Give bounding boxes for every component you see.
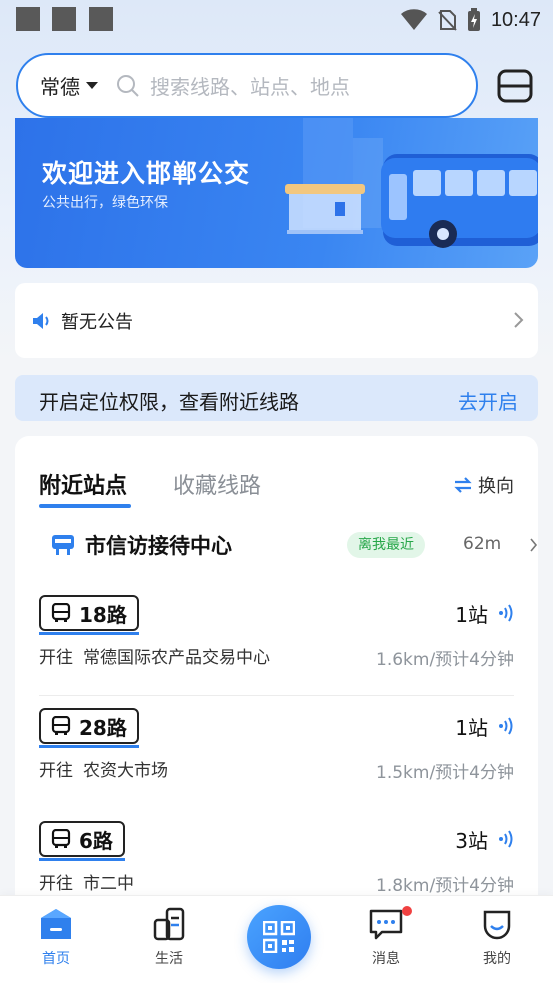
tab-indicator: [39, 504, 131, 508]
nearest-badge: 离我最近: [347, 532, 425, 558]
dest-prefix: 开往: [39, 648, 73, 668]
route-destination: 开往 市二中: [39, 869, 134, 894]
qr-code-icon: [263, 921, 295, 953]
nearest-stop[interactable]: 市信访接待中心 离我最近 62m: [51, 529, 538, 563]
chevron-right-icon: [530, 538, 538, 552]
nav-mine[interactable]: 我的: [457, 906, 537, 968]
stations-away: 1站: [455, 603, 488, 627]
realtime-signal-icon: [499, 717, 513, 735]
location-permission-bar: 开启定位权限，查看附近线路 去开启: [15, 375, 538, 421]
banner-title: 欢迎进入邯郸公交: [42, 159, 251, 188]
bus-illustration: [285, 118, 538, 248]
tab-favorite-routes[interactable]: 收藏线路: [173, 468, 261, 500]
wifi-icon: [400, 9, 427, 30]
location-prompt: 开启定位权限，查看附近线路: [39, 390, 299, 414]
nearby-card: 附近站点 收藏线路 换向 市信访接待中心 离我最近 62m 18路 1站 开往 …: [15, 436, 538, 906]
nav-home[interactable]: 首页: [16, 906, 96, 968]
route-item[interactable]: 6路 3站 开往 市二中 1.8km/预计4分钟: [39, 821, 514, 906]
banner-subtitle: 公共出行，绿色环保: [42, 195, 168, 211]
stations-away: 1站: [455, 716, 488, 740]
notification-icon: [89, 7, 113, 31]
divider: [39, 695, 514, 696]
route-destination: 开往 常德国际农产品交易中心: [39, 643, 270, 668]
nav-messages[interactable]: 消息: [346, 906, 426, 968]
card-scan-icon[interactable]: [496, 68, 534, 104]
tab-nearby-stops[interactable]: 附近站点: [39, 468, 127, 500]
profile-icon: [483, 910, 511, 940]
search-icon: [117, 74, 139, 97]
bus-stop-icon: [52, 535, 74, 555]
bus-icon: [51, 716, 71, 735]
promo-banner[interactable]: 欢迎进入邯郸公交 公共出行，绿色环保: [15, 118, 538, 268]
dest-prefix: 开往: [39, 761, 73, 781]
route-tag: 6路: [39, 821, 125, 861]
route-destination: 开往 农资大市场: [39, 756, 168, 781]
unread-badge: [402, 906, 412, 916]
speaker-icon: [33, 312, 49, 329]
route-tag: 28路: [39, 708, 139, 748]
route-item[interactable]: 28路 1站 开往 农资大市场 1.5km/预计4分钟: [39, 708, 514, 821]
status-bar: 10:47: [0, 0, 553, 40]
nav-life[interactable]: 生活: [129, 906, 209, 968]
qr-code-button[interactable]: [247, 905, 311, 969]
realtime-signal-icon: [499, 830, 513, 848]
route-eta: 1.6km/预计4分钟: [376, 650, 514, 670]
announcement-text: 暂无公告: [61, 311, 133, 333]
route-name: 18路: [79, 602, 127, 627]
no-sim-icon: [438, 10, 457, 31]
caret-down-icon: [86, 82, 98, 89]
bus-icon: [51, 829, 71, 848]
bus-icon: [51, 603, 71, 622]
message-icon: [369, 909, 403, 940]
search-input[interactable]: 搜索线路、站点、地点: [150, 71, 350, 100]
switch-label: 换向: [478, 476, 514, 497]
notification-icon: [16, 7, 40, 31]
nav-label: 生活: [155, 951, 183, 967]
switch-direction-button[interactable]: 换向: [454, 472, 514, 498]
route-tag-underline: [39, 858, 125, 861]
enable-location-button[interactable]: 去开启: [458, 386, 518, 415]
search-bar[interactable]: 常德 搜索线路、站点、地点: [16, 53, 478, 118]
life-icon: [153, 907, 185, 941]
home-icon: [41, 909, 71, 939]
route-tag-underline: [39, 745, 139, 748]
chevron-right-icon: [514, 312, 524, 328]
announcement-bar[interactable]: 暂无公告: [15, 283, 538, 358]
route-item[interactable]: 18路 1站 开往 常德国际农产品交易中心 1.6km/预计4分钟: [39, 595, 514, 708]
city-label: 常德: [40, 75, 80, 99]
swap-icon: [454, 477, 472, 493]
route-tag: 18路: [39, 595, 139, 635]
route-eta: 1.8km/预计4分钟: [376, 876, 514, 896]
route-eta: 1.5km/预计4分钟: [376, 763, 514, 783]
nav-label: 首页: [42, 951, 70, 967]
notification-icon: [52, 7, 76, 31]
city-selector[interactable]: 常德: [40, 71, 98, 100]
dest-name: 常德国际农产品交易中心: [83, 648, 270, 668]
stations-away: 3站: [455, 829, 488, 853]
clock: 10:47: [490, 8, 541, 31]
realtime-signal-icon: [499, 604, 513, 622]
route-name: 6路: [79, 828, 113, 853]
dest-name: 市二中: [83, 874, 134, 894]
nav-label: 我的: [483, 951, 511, 967]
stop-distance: 62m: [463, 534, 502, 554]
battery-charging-icon: [467, 8, 480, 31]
nav-label: 消息: [372, 951, 400, 967]
stop-name: 市信访接待中心: [85, 534, 232, 558]
dest-name: 农资大市场: [83, 761, 168, 781]
dest-prefix: 开往: [39, 874, 73, 894]
route-name: 28路: [79, 715, 127, 740]
route-tag-underline: [39, 632, 139, 635]
